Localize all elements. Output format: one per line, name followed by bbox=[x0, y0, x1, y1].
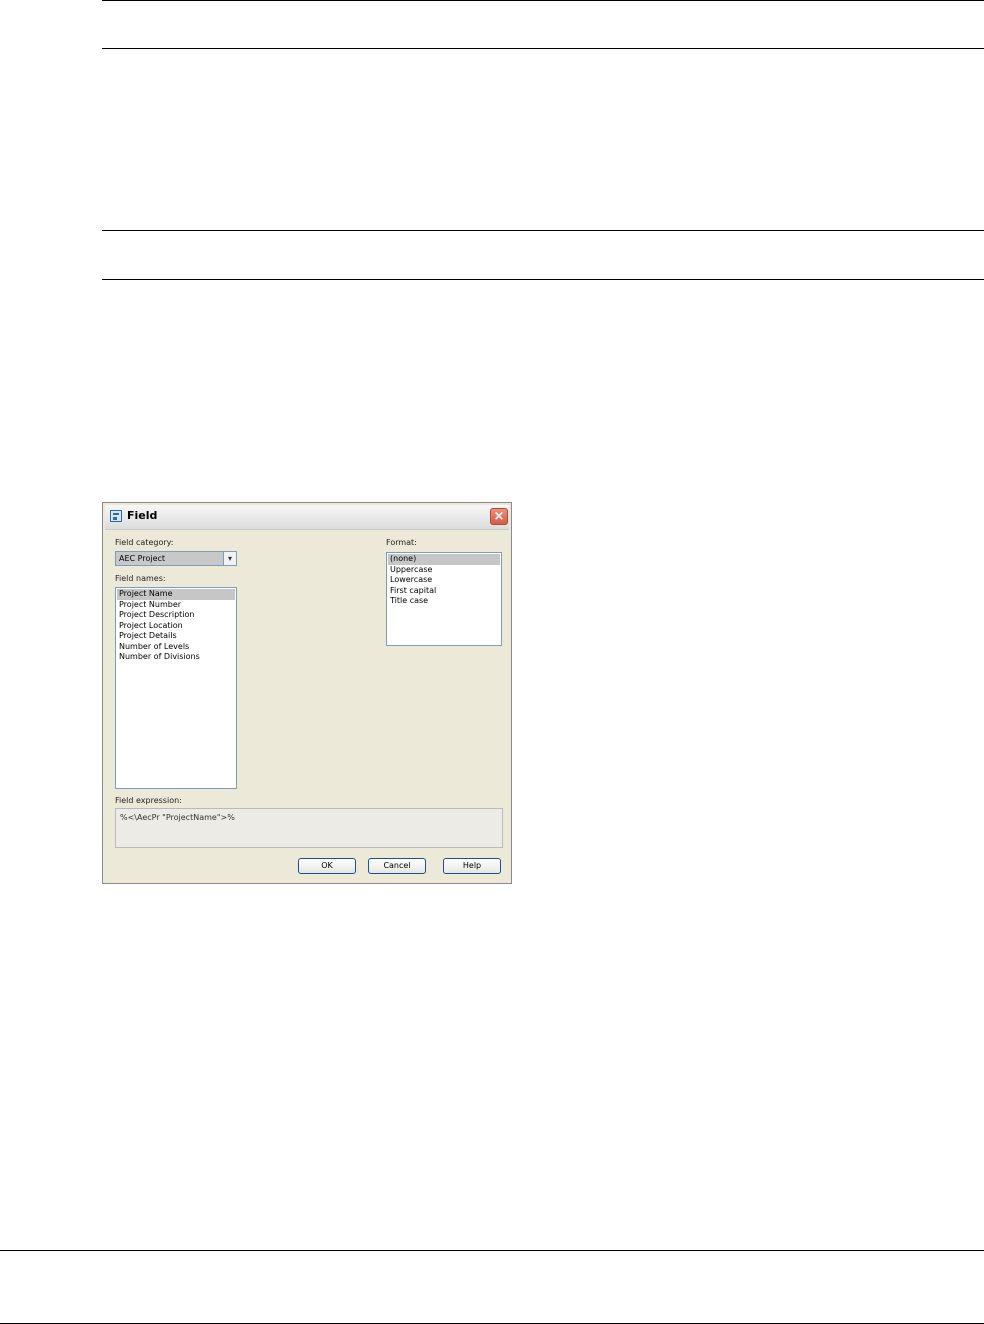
field-category-label: Field category: bbox=[115, 538, 174, 547]
format-item[interactable]: Lowercase bbox=[388, 575, 500, 586]
help-button[interactable]: Help bbox=[443, 858, 501, 874]
field-name-item[interactable]: Project Number bbox=[117, 600, 235, 611]
field-expression-box: %<\AecPr "ProjectName">% bbox=[115, 808, 503, 848]
field-name-item[interactable]: Project Location bbox=[117, 621, 235, 632]
format-item[interactable]: Title case bbox=[388, 596, 500, 607]
page-header-rule bbox=[102, 48, 984, 49]
field-category-dropdown[interactable]: AEC Project ▾ bbox=[115, 551, 237, 566]
section-bottom-rule bbox=[102, 279, 984, 280]
footer-top-rule bbox=[0, 1250, 984, 1251]
close-button[interactable]: × bbox=[490, 508, 508, 525]
field-name-item[interactable]: Project Name bbox=[117, 589, 235, 600]
ok-button[interactable]: OK bbox=[298, 858, 356, 874]
field-name-item[interactable]: Number of Levels bbox=[117, 642, 235, 653]
field-name-item[interactable]: Project Details bbox=[117, 631, 235, 642]
field-names-label: Field names: bbox=[115, 574, 166, 583]
dialog-title: Field bbox=[127, 509, 158, 522]
field-dialog-icon bbox=[110, 510, 122, 522]
field-names-list[interactable]: Project Name Project Number Project Desc… bbox=[115, 587, 237, 789]
format-list[interactable]: (none) Uppercase Lowercase First capital… bbox=[386, 552, 502, 646]
field-expression-label: Field expression: bbox=[115, 796, 182, 805]
format-item[interactable]: (none) bbox=[388, 554, 500, 565]
format-label: Format: bbox=[386, 538, 417, 547]
field-dialog: Field × Field category: AEC Project ▾ Fi… bbox=[102, 502, 512, 884]
page-top-rule bbox=[102, 0, 984, 1]
format-item[interactable]: First capital bbox=[388, 586, 500, 597]
field-name-item[interactable]: Project Description bbox=[117, 610, 235, 621]
field-name-item[interactable]: Number of Divisions bbox=[117, 652, 235, 663]
field-category-dropdown-button[interactable]: ▾ bbox=[223, 552, 236, 565]
field-category-value: AEC Project bbox=[119, 554, 166, 563]
chevron-down-icon: ▾ bbox=[227, 554, 232, 563]
field-expression-value: %<\AecPr "ProjectName">% bbox=[120, 813, 235, 822]
cancel-button[interactable]: Cancel bbox=[368, 858, 426, 874]
format-item[interactable]: Uppercase bbox=[388, 565, 500, 576]
dialog-titlebar[interactable]: Field × bbox=[105, 505, 509, 530]
section-top-rule bbox=[102, 230, 984, 231]
close-icon: × bbox=[493, 509, 505, 524]
